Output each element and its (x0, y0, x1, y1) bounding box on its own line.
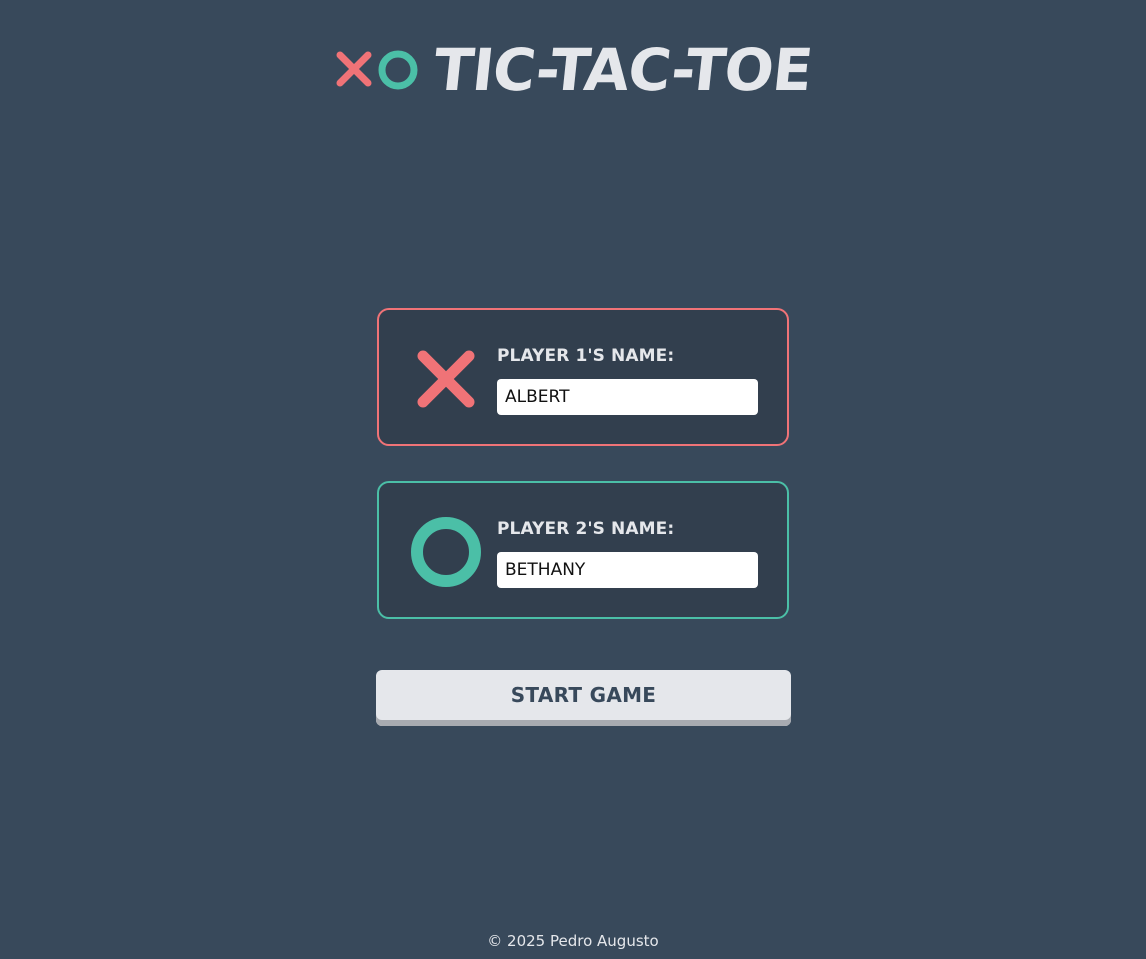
player1-name-label: PLAYER 1'S NAME: (497, 346, 675, 366)
x-icon (417, 350, 475, 408)
player2-name-input[interactable] (497, 552, 758, 588)
x-icon (336, 51, 372, 87)
logo (334, 48, 420, 92)
o-icon (378, 50, 418, 90)
o-icon (411, 517, 481, 587)
player1-card: PLAYER 1'S NAME: (377, 308, 789, 446)
footer-copyright: © 2025 Pedro Augusto (487, 932, 659, 950)
start-game-button[interactable]: START GAME (376, 670, 791, 726)
player1-name-input[interactable] (497, 379, 758, 415)
page-title: TIC-TAC-TOE (430, 36, 816, 104)
player2-card: PLAYER 2'S NAME: (377, 481, 789, 619)
player2-name-label: PLAYER 2'S NAME: (497, 519, 675, 539)
page: TIC-TAC-TOE PLAYER 1'S NAME: PLAYER 2'S … (0, 0, 1146, 959)
app-header: TIC-TAC-TOE (0, 30, 1146, 110)
